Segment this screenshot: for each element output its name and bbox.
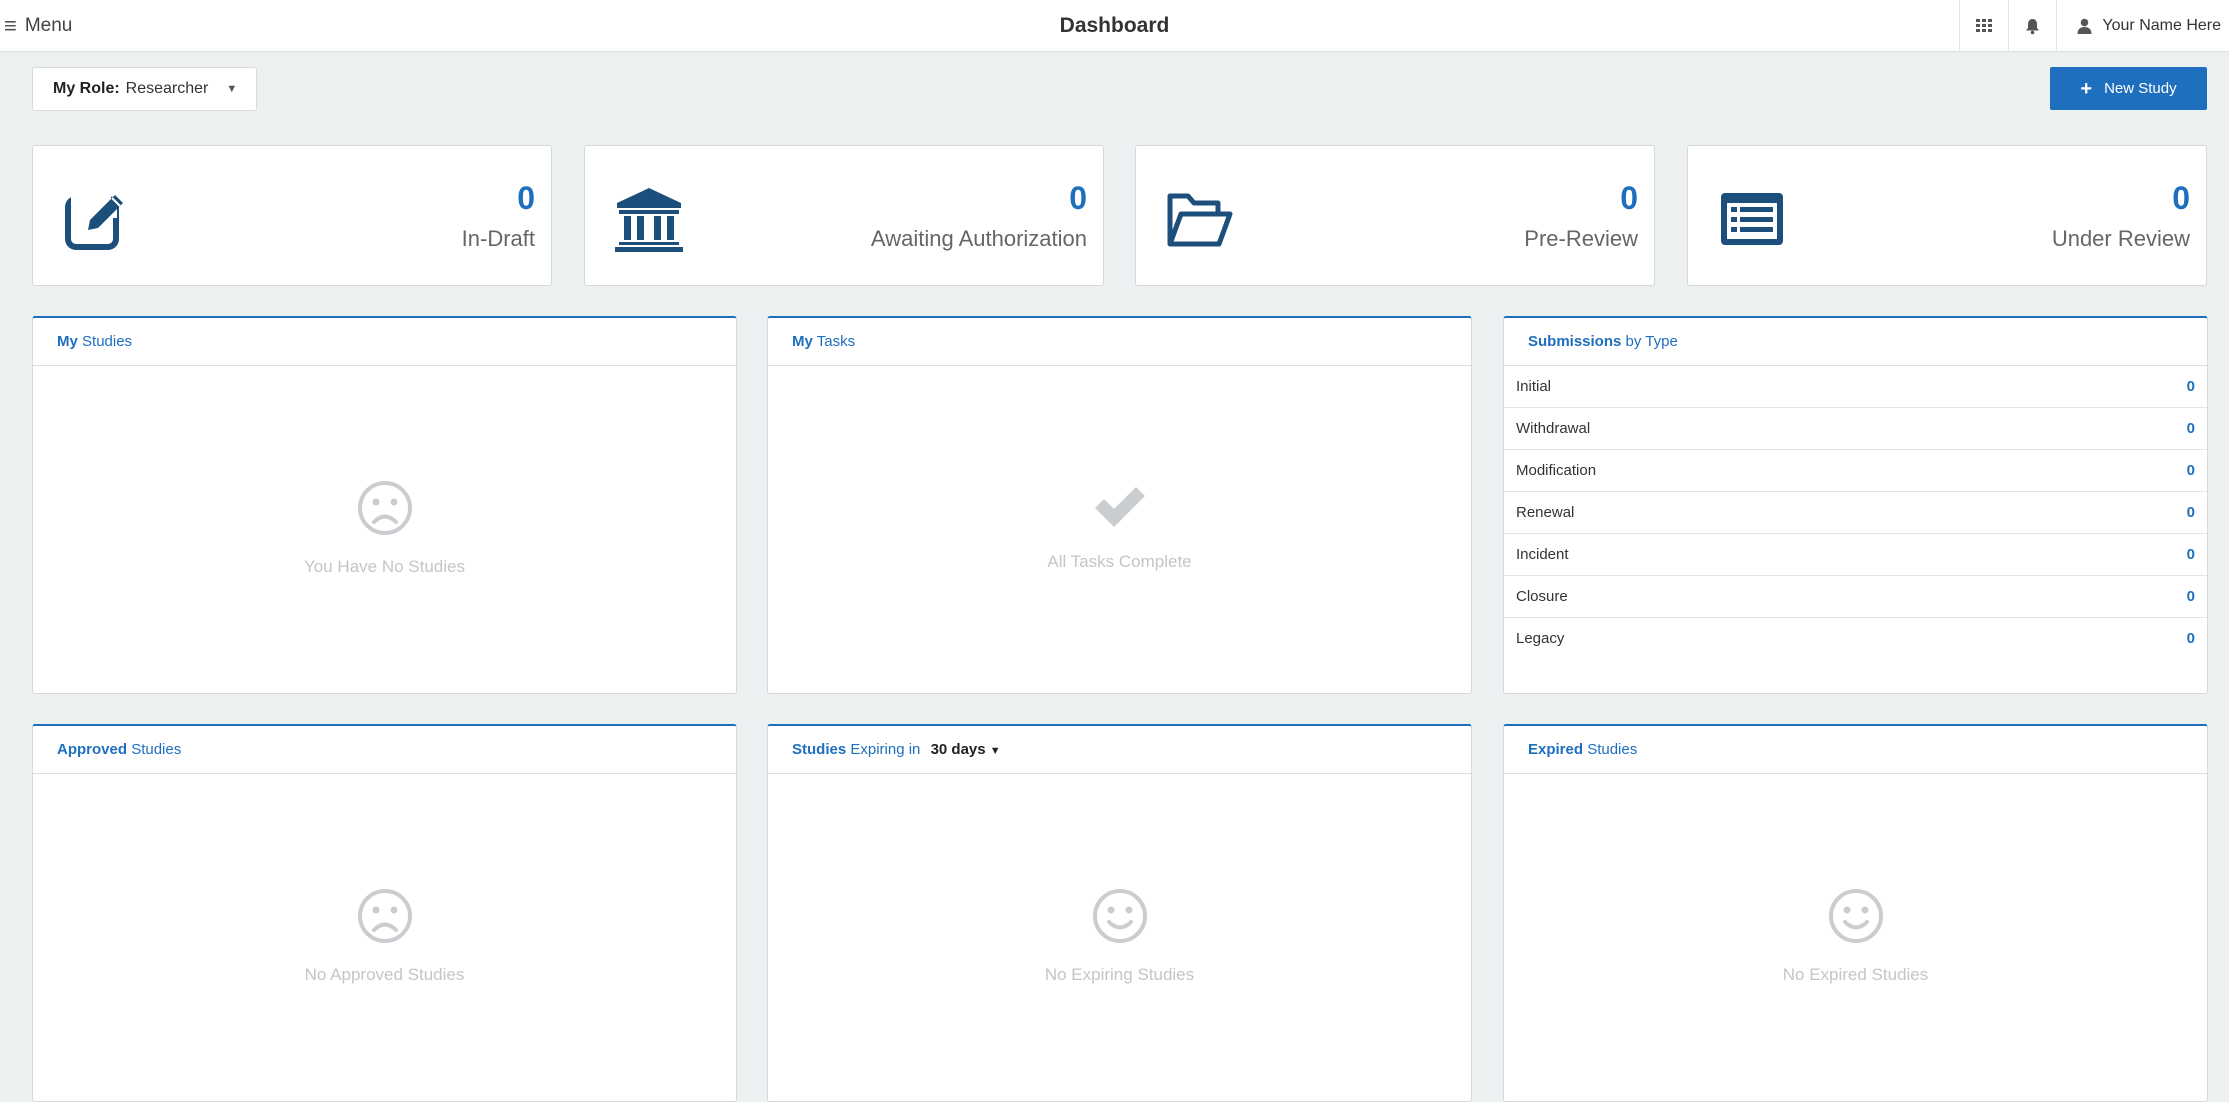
stat-card-pre-review[interactable]: 0 Pre-Review <box>1135 145 1655 286</box>
folder-open-icon <box>1167 193 1233 247</box>
my-studies-panel: My Studies You Have No Studies <box>32 316 737 694</box>
approved-studies-panel: Approved Studies No Approved Studies <box>32 724 737 1102</box>
grid-icon <box>1976 19 1993 32</box>
submission-type: Modification <box>1516 462 1597 479</box>
frown-icon <box>357 889 412 943</box>
submission-type: Closure <box>1516 588 1568 605</box>
submission-count: 0 <box>2186 588 2195 605</box>
role-label: My Role: <box>53 80 120 97</box>
new-study-button[interactable]: + New Study <box>2050 67 2207 110</box>
submission-row-modification[interactable]: Modification 0 <box>1504 450 2207 492</box>
top-bar: ≡ Menu Dashboard Your Name Here <box>0 0 2229 52</box>
submission-type: Legacy <box>1516 630 1565 647</box>
institution-icon <box>615 188 683 252</box>
empty-state: No Expiring Studies <box>768 888 1471 985</box>
stat-label: In-Draft <box>461 226 535 251</box>
smile-icon <box>1092 889 1147 943</box>
submission-type: Initial <box>1516 378 1552 395</box>
frown-icon <box>357 481 412 535</box>
submission-count: 0 <box>2186 378 2195 395</box>
caret-down-icon: ▼ <box>226 83 238 95</box>
submission-row-renewal[interactable]: Renewal 0 <box>1504 492 2207 534</box>
bell-icon <box>2026 18 2040 34</box>
submission-count: 0 <box>2186 462 2195 479</box>
panel-header: Expired Studies <box>1504 726 2207 774</box>
panel-header: Approved Studies <box>33 726 736 774</box>
submission-row-incident[interactable]: Incident 0 <box>1504 534 2207 576</box>
expiring-studies-panel: Studies Expiring in 30 days ▼ No Expirin… <box>767 724 1472 1102</box>
page-title: Dashboard <box>1059 14 1170 37</box>
list-alt-icon <box>1721 193 1783 245</box>
panel-title-bold: Approved <box>57 741 128 758</box>
panel-title-bold: My <box>792 333 813 350</box>
submission-type: Incident <box>1516 546 1569 563</box>
panel-title-rest: Studies <box>82 333 133 350</box>
stat-count: 0 <box>1620 180 1638 216</box>
submission-count: 0 <box>2186 420 2195 437</box>
user-icon <box>2077 18 2092 34</box>
empty-message: You Have No Studies <box>304 557 465 576</box>
submission-type: Renewal <box>1516 504 1575 521</box>
submission-type: Withdrawal <box>1516 420 1591 437</box>
panel-title-rest: by Type <box>1625 333 1678 350</box>
stat-label: Under Review <box>2051 226 2190 251</box>
menu-label: Menu <box>24 15 73 36</box>
submission-row-closure[interactable]: Closure 0 <box>1504 576 2207 618</box>
stat-label: Awaiting Authorization <box>870 226 1087 251</box>
panel-header: Studies Expiring in 30 days ▼ <box>768 726 1471 774</box>
user-menu[interactable]: Your Name Here <box>2056 0 2229 52</box>
stat-card-awaiting-authorization[interactable]: 0 Awaiting Authorization <box>584 145 1104 286</box>
new-study-label: New Study <box>2104 80 2177 97</box>
stat-label: Pre-Review <box>1524 226 1638 251</box>
empty-state: No Expired Studies <box>1504 888 2207 985</box>
submission-count: 0 <box>2186 504 2195 521</box>
stat-count: 0 <box>2172 180 2190 216</box>
role-select[interactable]: My Role: Researcher ▼ <box>32 67 257 111</box>
panel-header: Submissions by Type <box>1504 318 2207 366</box>
edit-icon <box>65 192 123 250</box>
smile-icon <box>1828 889 1883 943</box>
plus-icon: + <box>2080 77 2093 100</box>
panel-title-rest: Studies <box>131 741 182 758</box>
notifications-button[interactable] <box>2008 0 2056 52</box>
empty-state: You Have No Studies <box>33 480 736 577</box>
role-value: Researcher <box>125 80 209 97</box>
submission-count: 0 <box>2186 546 2195 563</box>
submission-row-withdrawal[interactable]: Withdrawal 0 <box>1504 408 2207 450</box>
panel-title-rest: Studies <box>1587 741 1638 758</box>
panel-title-bold: Studies <box>792 741 847 758</box>
check-icon <box>1094 487 1145 527</box>
empty-message: No Expired Studies <box>1782 965 1929 984</box>
empty-message: No Expiring Studies <box>1044 965 1195 984</box>
panel-title-bold: Submissions <box>1528 333 1622 350</box>
apps-button[interactable] <box>1959 0 2008 52</box>
stat-count: 0 <box>517 180 535 216</box>
menu-button[interactable]: ≡ Menu <box>0 0 72 52</box>
hamburger-icon: ≡ <box>4 13 17 38</box>
panel-title-bold: My <box>57 333 78 350</box>
submissions-by-type-panel: Submissions by Type Initial 0 Withdrawal… <box>1503 316 2208 694</box>
caret-down-icon: ▼ <box>989 745 1001 757</box>
submission-count: 0 <box>2186 630 2195 647</box>
empty-message: No Approved Studies <box>304 965 465 984</box>
expiry-range-value: 30 days <box>930 741 986 758</box>
top-bar-actions: Your Name Here <box>1959 0 2229 52</box>
panel-header: My Tasks <box>768 318 1471 366</box>
panel-title-rest: Expiring in <box>850 741 921 758</box>
panel-header: My Studies <box>33 318 736 366</box>
empty-state: No Approved Studies <box>33 888 736 985</box>
stat-count: 0 <box>1069 180 1087 216</box>
submission-row-legacy[interactable]: Legacy 0 <box>1504 618 2207 659</box>
panel-title-rest: Tasks <box>816 333 856 350</box>
submission-row-initial[interactable]: Initial 0 <box>1504 366 2207 408</box>
my-tasks-panel: My Tasks All Tasks Complete <box>767 316 1472 694</box>
empty-message: All Tasks Complete <box>1047 552 1192 571</box>
stat-card-in-draft[interactable]: 0 In-Draft <box>32 145 552 286</box>
empty-state: All Tasks Complete <box>768 483 1471 572</box>
stat-card-under-review[interactable]: 0 Under Review <box>1687 145 2207 286</box>
panel-title-bold: Expired <box>1528 741 1584 758</box>
expired-studies-panel: Expired Studies No Expired Studies <box>1503 724 2208 1102</box>
user-name: Your Name Here <box>2102 17 2221 34</box>
expiry-range-dropdown[interactable]: 30 days ▼ <box>931 741 1001 758</box>
